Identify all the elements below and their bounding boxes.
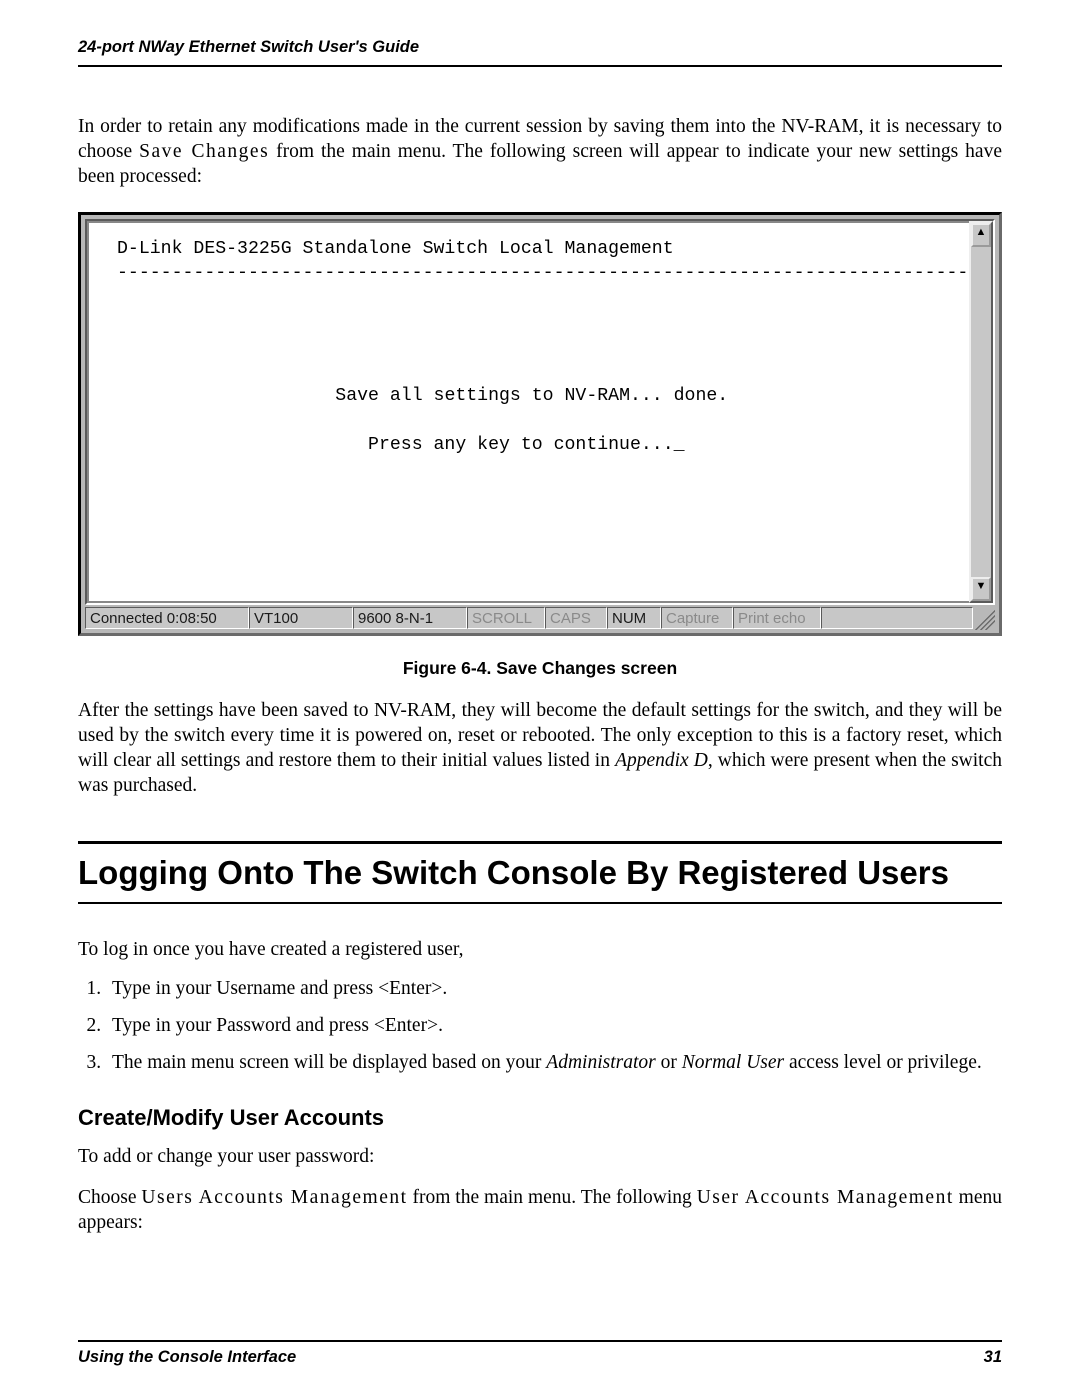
- figure-caption: Figure 6-4. Save Changes screen: [78, 658, 1002, 679]
- text: The main menu screen will be displayed b…: [112, 1052, 546, 1073]
- document-page: 24-port NWay Ethernet Switch User's Guid…: [0, 0, 1080, 1397]
- status-scroll: SCROLL: [467, 607, 545, 629]
- running-header: 24-port NWay Ethernet Switch User's Guid…: [78, 38, 1002, 67]
- status-num: NUM: [607, 607, 661, 629]
- terminal-viewport: D-Link DES-3225G Standalone Switch Local…: [87, 221, 969, 603]
- running-footer: Using the Console Interface 31: [78, 1340, 1002, 1367]
- vertical-scrollbar[interactable]: ▲ ▼: [969, 221, 993, 603]
- menu-ref-user-acct-mgmt2: User Accounts Management: [697, 1187, 954, 1208]
- rule-top: [78, 841, 1002, 844]
- text: Choose: [78, 1187, 141, 1208]
- list-item: Type in your Password and press <Enter>.: [106, 1014, 1002, 1039]
- terminal-window: D-Link DES-3225G Standalone Switch Local…: [78, 212, 1002, 636]
- text: from the main menu. The following: [408, 1187, 697, 1208]
- section-heading: Logging Onto The Switch Console By Regis…: [78, 854, 1002, 892]
- status-connected: Connected 0:08:50: [85, 607, 249, 629]
- text: or: [656, 1052, 682, 1073]
- status-spacer: [821, 607, 973, 629]
- statusbar: Connected 0:08:50 VT100 9600 8-N-1 SCROL…: [85, 607, 973, 629]
- text: access level or privilege.: [784, 1052, 982, 1073]
- role-admin: Administrator: [546, 1052, 655, 1073]
- list-item: The main menu screen will be displayed b…: [106, 1051, 1002, 1076]
- status-terminal: VT100: [249, 607, 353, 629]
- status-print-echo: Print echo: [733, 607, 821, 629]
- status-caps: CAPS: [545, 607, 607, 629]
- menu-ref-users-acct-mgmt: Users Accounts Management: [141, 1187, 407, 1208]
- role-normal: Normal User: [682, 1052, 784, 1073]
- terminal-msg-saved: Save all settings to NV-RAM... done.: [335, 386, 728, 406]
- subheading-create-modify: Create/Modify User Accounts: [78, 1105, 1002, 1131]
- status-port: 9600 8-N-1: [353, 607, 467, 629]
- paragraph-intro: In order to retain any modifications mad…: [78, 115, 1002, 190]
- list-item: Type in your Username and press <Enter>.: [106, 977, 1002, 1002]
- terminal-title: D-Link DES-3225G Standalone Switch Local…: [117, 239, 674, 259]
- scroll-up-icon[interactable]: ▲: [971, 223, 991, 247]
- paragraph-after: After the settings have been saved to NV…: [78, 699, 1002, 799]
- terminal-msg-continue: Press any key to continue..._: [368, 435, 685, 455]
- resize-grip-icon[interactable]: [975, 610, 995, 630]
- page-number: 31: [984, 1348, 1002, 1367]
- terminal-text: D-Link DES-3225G Standalone Switch Local…: [117, 237, 959, 458]
- footer-section: Using the Console Interface: [78, 1348, 296, 1367]
- rule-bottom: [78, 902, 1002, 904]
- scroll-down-icon[interactable]: ▼: [971, 577, 991, 601]
- paragraph-choose-users: Choose Users Accounts Management from th…: [78, 1186, 1002, 1236]
- terminal-frame: D-Link DES-3225G Standalone Switch Local…: [85, 219, 995, 605]
- paragraph-addchange: To add or change your user password:: [78, 1145, 1002, 1170]
- status-capture: Capture: [661, 607, 733, 629]
- login-steps: Type in your Username and press <Enter>.…: [78, 977, 1002, 1076]
- appendix-ref: Appendix D: [615, 750, 708, 771]
- terminal-divider: ----------------------------------------…: [117, 263, 969, 283]
- menu-ref-save-changes: Save Changes: [139, 141, 269, 162]
- paragraph-login-intro: To log in once you have created a regist…: [78, 938, 1002, 963]
